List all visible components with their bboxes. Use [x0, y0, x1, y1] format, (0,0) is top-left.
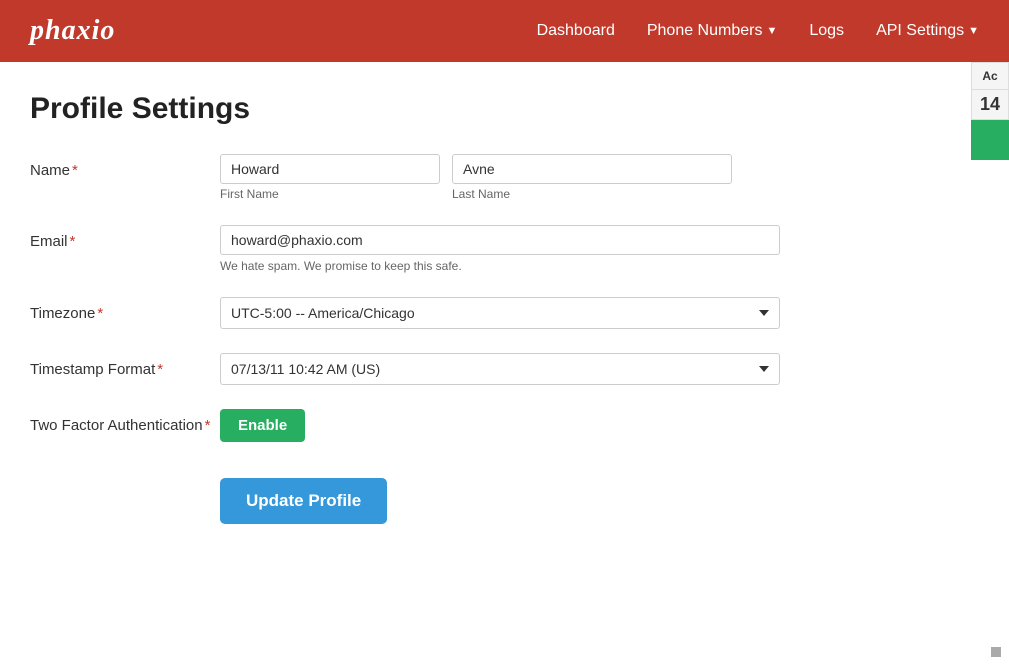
nav-api-settings[interactable]: API Settings — [876, 22, 979, 40]
timezone-group: Timezone* UTC-5:00 -- America/Chicago UT… — [30, 297, 850, 329]
panel-number: 14 — [971, 90, 1009, 120]
nav-logs[interactable]: Logs — [809, 22, 844, 40]
logo: phaxio — [30, 15, 115, 47]
nav-links: Dashboard Phone Numbers Logs API Setting… — [537, 22, 979, 40]
enable-button[interactable]: Enable — [220, 409, 305, 442]
nav-dashboard[interactable]: Dashboard — [537, 22, 615, 40]
navigation: phaxio Dashboard Phone Numbers Logs API … — [0, 0, 1009, 62]
timestamp-field-wrapper: 07/13/11 10:42 AM (US) 13/07/11 10:42 AM… — [220, 353, 780, 385]
first-name-label: First Name — [220, 187, 440, 201]
name-pair — [220, 154, 732, 184]
two-factor-label: Two Factor Authentication* — [30, 409, 220, 434]
panel-header: Ac — [971, 62, 1009, 90]
timezone-select[interactable]: UTC-5:00 -- America/Chicago UTC-8:00 -- … — [220, 297, 780, 329]
email-hint: We hate spam. We promise to keep this sa… — [220, 259, 780, 273]
update-profile-button[interactable]: Update Profile — [220, 478, 387, 524]
first-name-input[interactable] — [220, 154, 440, 184]
last-name-input[interactable] — [452, 154, 732, 184]
timestamp-select[interactable]: 07/13/11 10:42 AM (US) 13/07/11 10:42 AM… — [220, 353, 780, 385]
email-input[interactable] — [220, 225, 780, 255]
last-name-label: Last Name — [452, 187, 732, 201]
timestamp-group: Timestamp Format* 07/13/11 10:42 AM (US)… — [30, 353, 850, 385]
main-content: Profile Settings Name* First Name Last N… — [0, 62, 880, 554]
name-group: Name* First Name Last Name — [30, 154, 850, 201]
timestamp-label: Timestamp Format* — [30, 353, 220, 378]
nav-phone-numbers[interactable]: Phone Numbers — [647, 22, 778, 40]
email-field-wrapper: We hate spam. We promise to keep this sa… — [220, 225, 780, 273]
name-fields: First Name Last Name — [220, 154, 732, 201]
right-panel: Ac 14 — [971, 62, 1009, 160]
timezone-field-wrapper: UTC-5:00 -- America/Chicago UTC-8:00 -- … — [220, 297, 780, 329]
email-group: Email* We hate spam. We promise to keep … — [30, 225, 850, 273]
email-label: Email* — [30, 225, 220, 250]
name-sub-labels: First Name Last Name — [220, 184, 732, 201]
panel-green — [971, 120, 1009, 160]
page-title: Profile Settings — [30, 92, 850, 126]
scroll-indicator — [991, 647, 1001, 657]
two-factor-group: Two Factor Authentication* Enable — [30, 409, 850, 442]
timezone-label: Timezone* — [30, 297, 220, 322]
two-factor-field: Enable — [220, 409, 305, 442]
name-label: Name* — [30, 154, 220, 179]
